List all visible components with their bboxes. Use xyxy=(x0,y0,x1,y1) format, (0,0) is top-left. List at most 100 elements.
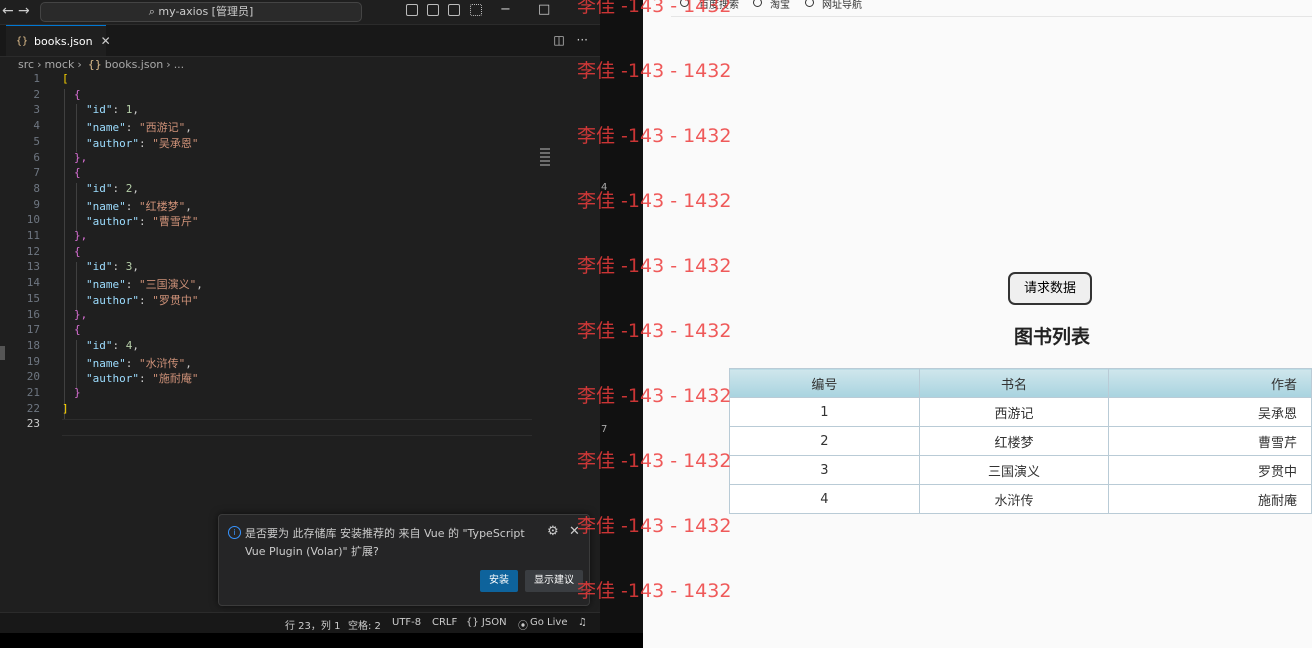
json-key: "id" xyxy=(86,103,113,117)
code-line: 15 "author": "罗贯中" xyxy=(0,292,540,308)
comma: , xyxy=(196,278,203,292)
line-number: 22 xyxy=(26,401,40,415)
status-language[interactable]: {} JSON xyxy=(466,617,507,628)
bell-icon[interactable]: ♫ xyxy=(578,617,587,628)
code-line: 13 "id": 3, xyxy=(0,260,540,276)
watermark-text: 李佳 -143 - 1432 xyxy=(577,60,732,82)
breadcrumb-symbol[interactable]: ... xyxy=(174,58,185,71)
json-file-icon: {} xyxy=(16,35,29,47)
brace: }, xyxy=(74,150,88,164)
breadcrumb: src › mock ›{} books.json ›... xyxy=(18,58,184,71)
gear-icon[interactable]: ⚙ xyxy=(547,524,559,539)
code-line: 16}, xyxy=(0,308,540,324)
tab-label: books.json xyxy=(34,34,93,48)
json-value: "水浒传" xyxy=(139,356,186,370)
toggle-secondary-sidebar-icon[interactable] xyxy=(448,4,460,16)
line-code: "id": 3, xyxy=(86,260,139,273)
comma: , xyxy=(132,338,139,352)
comma: , xyxy=(132,260,139,274)
code-line: 14 "name": "三国演义", xyxy=(0,276,540,292)
json-value: "曹雪芹" xyxy=(152,215,199,229)
bookmark-taobao[interactable]: 淘宝 xyxy=(770,0,790,11)
table-header-row: 编号 书名 作者 xyxy=(729,368,1312,398)
colon: : xyxy=(112,260,126,274)
code-line: 23 xyxy=(0,417,540,433)
line-code: }, xyxy=(74,229,87,242)
line-code: "name": "红楼梦", xyxy=(86,198,192,214)
line-code: { xyxy=(74,88,81,101)
toggle-panel-icon[interactable] xyxy=(427,4,439,16)
chevron-right-icon: › xyxy=(77,58,82,71)
command-center[interactable]: ⌕ my-axios [管理员] xyxy=(40,2,362,22)
watermark-text: 李佳 -143 - 1432 xyxy=(577,450,732,472)
minimap[interactable] xyxy=(540,146,554,176)
line-code: { xyxy=(74,245,81,258)
status-cursor-position[interactable]: 行 23，列 1 xyxy=(285,617,340,632)
line-number: 12 xyxy=(26,244,40,258)
line-code: { xyxy=(74,166,81,179)
brace: { xyxy=(74,166,81,180)
breadcrumb-file[interactable]: books.json xyxy=(105,58,164,71)
colon: : xyxy=(125,121,139,135)
tab-books-json[interactable]: {} books.json ✕ xyxy=(6,25,111,56)
tab-bar: {} books.json ✕ ◫ ··· xyxy=(0,25,600,57)
editor-actions: ◫ ··· xyxy=(553,33,588,47)
colon: : xyxy=(125,199,139,213)
watermark-text: 李佳 -143 - 1432 xyxy=(577,190,732,212)
line-code: "author": "施耐庵" xyxy=(86,370,198,386)
colon: : xyxy=(112,181,126,195)
bracket: ] xyxy=(62,401,69,415)
minimize-icon[interactable]: − xyxy=(500,2,511,17)
show-recommendations-button[interactable]: 显示建议 xyxy=(525,570,583,592)
line-number: 23 xyxy=(26,417,40,431)
line-number: 7 xyxy=(33,166,40,180)
status-encoding[interactable]: UTF-8 xyxy=(392,617,421,628)
brace: { xyxy=(74,323,81,337)
json-key: "author" xyxy=(86,215,139,229)
status-eol[interactable]: CRLF xyxy=(432,617,457,628)
title-bar: ← → ⌕ my-axios [管理员] − □ xyxy=(0,0,600,25)
vscode-window: ← → ⌕ my-axios [管理员] − □ {} books.json ✕… xyxy=(0,0,600,634)
install-button[interactable]: 安装 xyxy=(480,570,518,592)
code-line: 11}, xyxy=(0,229,540,245)
table-row: 3 三国演义 罗贯中 xyxy=(729,455,1312,485)
colon: : xyxy=(125,356,139,370)
line-number: 21 xyxy=(26,386,40,399)
table-cell: 曹雪芹 xyxy=(1108,426,1312,456)
watermark-text: 李佳 -143 - 1432 xyxy=(577,0,732,17)
customize-layout-icon[interactable] xyxy=(470,4,482,16)
notification-message: 是否要为 此存储库 安装推荐的 来自 Vue 的 "TypeScript Vue… xyxy=(245,527,525,558)
json-value: "红楼梦" xyxy=(139,199,186,213)
table-cell: 1 xyxy=(729,397,920,427)
line-number: 6 xyxy=(33,150,40,164)
breadcrumb-src[interactable]: src xyxy=(18,58,34,71)
split-editor-icon[interactable]: ◫ xyxy=(553,33,564,47)
watermark-text: 李佳 -143 - 1432 xyxy=(577,320,732,342)
code-line: 1[ xyxy=(0,72,540,88)
code-editor[interactable]: 1[2{3 "id": 1, 4 "name": "西游记", 5 "author": "… xyxy=(0,72,600,512)
taskbar-strip xyxy=(0,633,643,648)
status-go-live[interactable]: Go Live xyxy=(530,617,567,628)
line-number: 20 xyxy=(26,370,40,384)
json-value: "西游记" xyxy=(139,121,186,135)
toggle-sidebar-icon[interactable] xyxy=(406,4,418,16)
breadcrumb-mock[interactable]: mock xyxy=(44,58,74,71)
table-cell: 施耐庵 xyxy=(1108,484,1312,514)
table-cell: 4 xyxy=(729,484,920,514)
bookmark-nav[interactable]: 网址导航 xyxy=(822,0,862,11)
line-code: "name": "水浒传", xyxy=(86,355,192,371)
more-actions-icon[interactable]: ··· xyxy=(577,33,588,47)
request-data-button[interactable]: 请求数据 xyxy=(1008,272,1092,305)
code-line: 4 "name": "西游记", xyxy=(0,119,540,135)
status-indentation[interactable]: 空格: 2 xyxy=(348,617,381,632)
back-arrow-icon[interactable]: ← xyxy=(2,3,14,19)
maximize-icon[interactable]: □ xyxy=(538,2,550,17)
forward-arrow-icon[interactable]: → xyxy=(18,3,30,19)
close-tab-icon[interactable]: ✕ xyxy=(101,34,111,48)
json-key: "author" xyxy=(86,136,139,150)
code-line: 17 { xyxy=(0,323,540,339)
info-icon: i xyxy=(228,526,241,539)
table-cell: 罗贯中 xyxy=(1108,455,1312,485)
table-cell: 2 xyxy=(729,426,920,456)
watermark-text: 李佳 -143 - 1432 xyxy=(577,255,732,277)
